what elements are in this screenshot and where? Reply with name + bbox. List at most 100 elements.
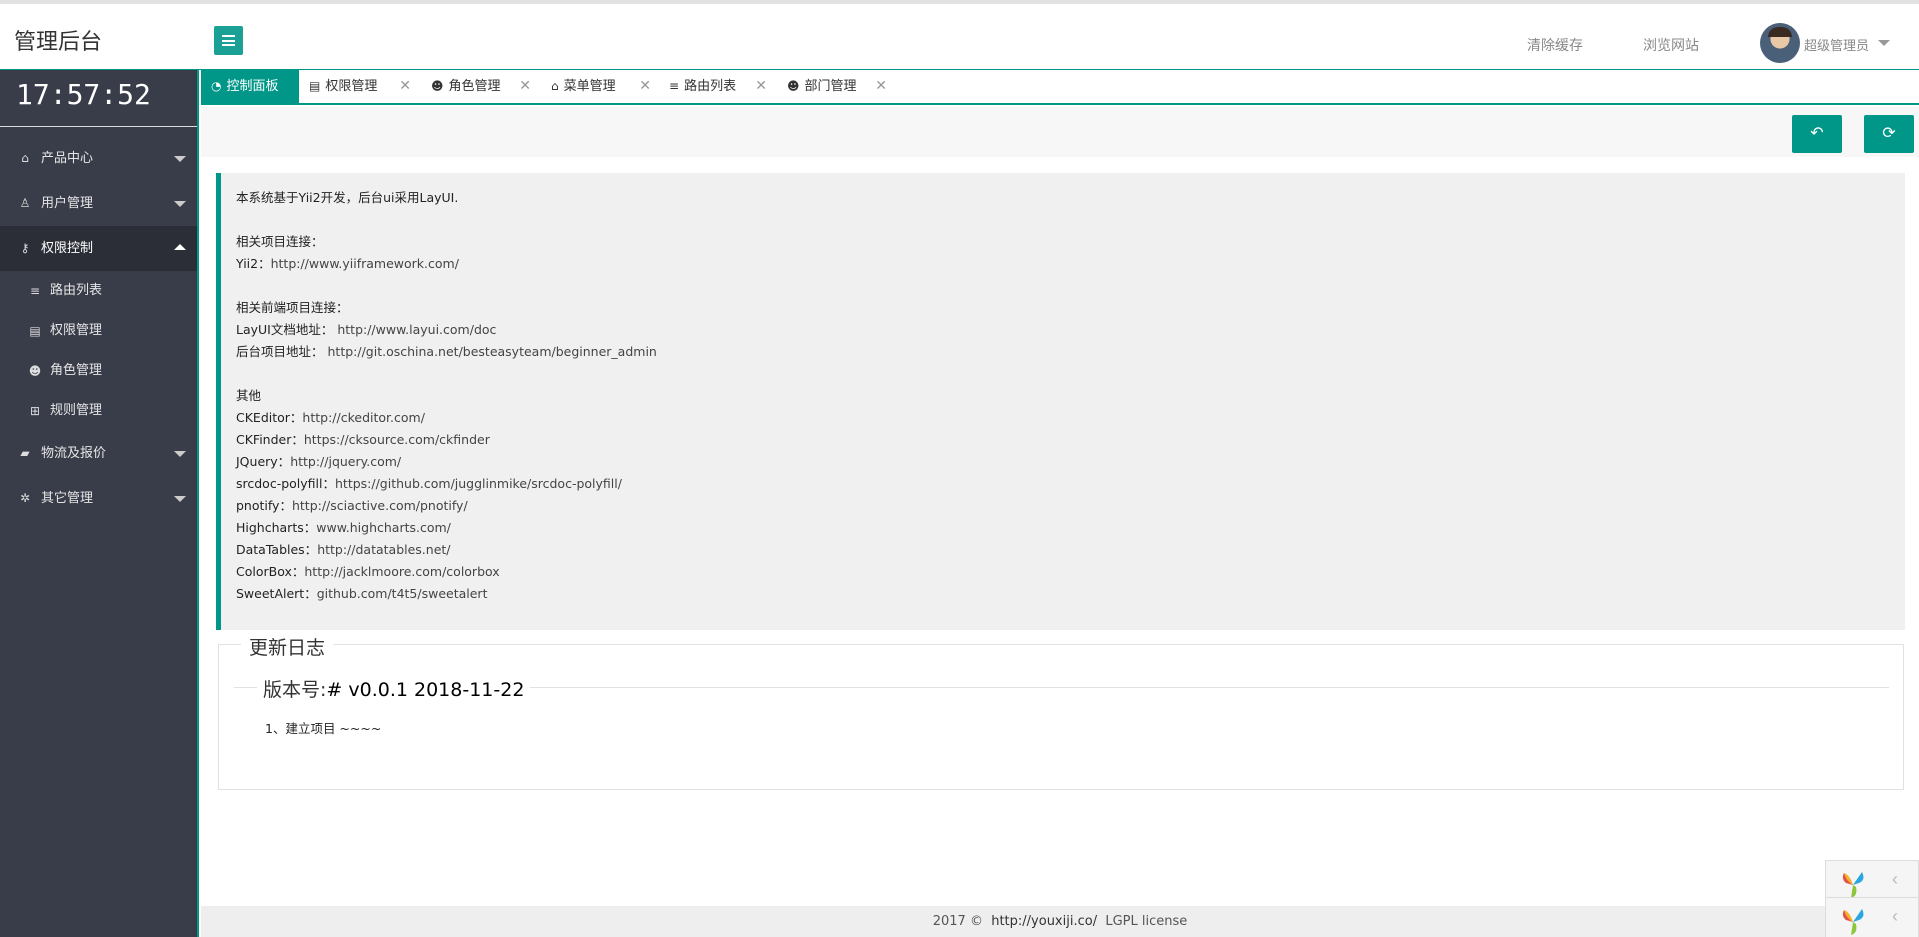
link-label: pnotify： <box>236 498 292 513</box>
refresh-button[interactable]: ⟳ <box>1864 115 1914 153</box>
avatar[interactable] <box>1760 23 1800 63</box>
jquery-link[interactable]: http://jquery.com/ <box>290 454 401 469</box>
chevron-left-icon[interactable]: ‹ <box>1892 906 1898 927</box>
link-row: SweetAlert：github.com/t4t5/sweetalert <box>236 583 1905 605</box>
sidebar-subitem-role-management[interactable]: ☻ 角色管理 <box>0 351 197 391</box>
link-label: JQuery： <box>236 454 291 469</box>
reply-icon: ↶ <box>1810 125 1824 142</box>
tab-permission-management[interactable]: ▤ 权限管理 ✕ <box>299 70 411 103</box>
sidebar-subitem-label: 权限管理 <box>50 323 103 338</box>
users-icon: ☻ <box>28 364 42 378</box>
tab-menu-management[interactable]: ⌂ 菜单管理 ✕ <box>541 70 651 103</box>
colorbox-link[interactable]: http://jacklmoore.com/colorbox <box>304 564 499 579</box>
link-row: CKEditor：http://ckeditor.com/ <box>236 407 1905 429</box>
hamburger-icon <box>222 35 235 46</box>
back-button[interactable]: ↶ <box>1792 115 1842 153</box>
chevron-left-icon[interactable]: ‹ <box>1892 869 1898 890</box>
id-card-icon: ▤ <box>29 324 41 338</box>
sidebar-item-label: 用户管理 <box>41 196 94 211</box>
intro-line: 本系统基于Yii2开发，后台ui采用LayUI. <box>236 190 459 205</box>
tab-label: 路由列表 <box>684 79 737 94</box>
sidebar-subitem-rule-management[interactable]: ⊞ 规则管理 <box>0 391 197 431</box>
chevron-down-icon <box>174 201 186 207</box>
changelog-entry: 1、建立项目 ~~~~ <box>265 721 382 736</box>
browse-site-link[interactable]: 浏览网站 <box>1643 35 1699 55</box>
menu-toggle-button[interactable] <box>214 26 243 55</box>
backend-link[interactable]: http://git.oschina.net/besteasyteam/begi… <box>328 344 657 359</box>
sidebar: 17:57:52 ⌂ 产品中心 ♙ 用户管理 ⚷ 权限控制 ≡ 路由列表 ▤ 权… <box>0 70 199 937</box>
sidebar-item-product-center[interactable]: ⌂ 产品中心 <box>0 136 197 181</box>
chevron-up-icon <box>174 244 186 250</box>
link-row: Highcharts：www.highcharts.com/ <box>236 517 1905 539</box>
user-icon: ♙ <box>19 196 31 210</box>
user-name[interactable]: 超级管理员 <box>1804 35 1869 54</box>
sidebar-subitem-label: 路由列表 <box>50 283 103 298</box>
copyright: 2017 © <box>932 914 983 929</box>
truck-icon: ▰ <box>20 446 30 460</box>
highcharts-link[interactable]: www.highcharts.com/ <box>316 520 451 535</box>
changelog-title: 更新日志 <box>241 633 334 660</box>
debug-toolbar[interactable]: ‹ <box>1825 897 1919 937</box>
tab-label: 角色管理 <box>448 79 501 94</box>
refresh-icon: ⟳ <box>1882 125 1896 142</box>
sidebar-item-other-management[interactable]: ✲ 其它管理 <box>0 476 197 521</box>
link-label: DataTables： <box>236 542 318 557</box>
close-icon[interactable]: ✕ <box>399 70 411 103</box>
sidebar-item-label: 产品中心 <box>41 151 94 166</box>
frontend-title: 相关前端项目连接： <box>236 300 349 315</box>
sidebar-item-label: 物流及报价 <box>41 446 107 461</box>
sidebar-subitem-permission-management[interactable]: ▤ 权限管理 <box>0 311 197 351</box>
version-prefix: 版本号: <box>263 679 327 701</box>
home-icon: ⌂ <box>551 79 559 93</box>
close-icon[interactable]: ✕ <box>639 70 651 103</box>
home-icon: ⌂ <box>21 151 29 165</box>
tab-department-management[interactable]: ☻ 部门管理 ✕ <box>777 70 887 103</box>
app-title: 管理后台 <box>14 30 103 55</box>
layui-link[interactable]: http://www.layui.com/doc <box>337 322 496 337</box>
link-label: Yii2： <box>236 256 271 271</box>
tab-role-management[interactable]: ☻ 角色管理 ✕ <box>421 70 531 103</box>
close-icon[interactable]: ✕ <box>875 70 887 103</box>
srcdoc-polyfill-link[interactable]: https://github.com/jugglinmike/srcdoc-po… <box>335 476 622 491</box>
basket-icon: ⊞ <box>29 404 41 418</box>
top-header: 管理后台 清除缓存 浏览网站 超级管理员 <box>0 0 1919 70</box>
chevron-down-icon <box>174 156 186 162</box>
related-title: 相关项目连接： <box>236 234 324 249</box>
ckeditor-link[interactable]: http://ckeditor.com/ <box>302 410 424 425</box>
yii2-link[interactable]: http://www.yiiframework.com/ <box>271 256 459 271</box>
intro-block: 本系统基于Yii2开发，后台ui采用LayUI. 相关项目连接： Yii2：ht… <box>216 173 1905 630</box>
link-row: 后台项目地址： http://git.oschina.net/besteasyt… <box>236 341 1905 363</box>
ckfinder-link[interactable]: https://cksource.com/ckfinder <box>304 432 490 447</box>
link-row: LayUI文档地址： http://www.layui.com/doc <box>236 319 1905 341</box>
toolbar: ↶ ⟳ <box>201 107 1919 157</box>
version-value: # v0.0.1 2018-11-22 <box>326 679 525 701</box>
sidebar-item-permission-control[interactable]: ⚷ 权限控制 <box>0 226 197 271</box>
sidebar-subitem-route-list[interactable]: ≡ 路由列表 <box>0 271 197 311</box>
tab-dashboard[interactable]: ◔ 控制面板 <box>201 70 299 103</box>
link-label: 后台项目地址： <box>236 344 324 359</box>
link-label: srcdoc-polyfill： <box>236 476 335 491</box>
link-label: LayUI文档地址： <box>236 322 334 337</box>
clear-cache-link[interactable]: 清除缓存 <box>1527 35 1583 55</box>
pnotify-link[interactable]: http://sciactive.com/pnotify/ <box>292 498 468 513</box>
sidebar-item-user-management[interactable]: ♙ 用户管理 <box>0 181 197 226</box>
link-row: pnotify：http://sciactive.com/pnotify/ <box>236 495 1905 517</box>
id-card-icon: ▤ <box>309 79 321 93</box>
caret-down-icon[interactable] <box>1878 40 1890 46</box>
users-icon: ☻ <box>431 79 444 93</box>
list-icon: ≡ <box>29 284 41 298</box>
sweetalert-link[interactable]: github.com/t4t5/sweetalert <box>317 586 488 601</box>
dashboard-icon: ◔ <box>211 79 222 93</box>
sidebar-item-label: 权限控制 <box>41 241 94 256</box>
datatables-link[interactable]: http://datatables.net/ <box>317 542 450 557</box>
main-content: ↶ ⟳ 本系统基于Yii2开发，后台ui采用LayUI. 相关项目连接： Yii… <box>201 107 1919 937</box>
link-row: ColorBox：http://jacklmoore.com/colorbox <box>236 561 1905 583</box>
sidebar-item-logistics[interactable]: ▰ 物流及报价 <box>0 431 197 476</box>
close-icon[interactable]: ✕ <box>519 70 531 103</box>
tab-route-list[interactable]: ≡ 路由列表 ✕ <box>659 70 767 103</box>
close-icon[interactable]: ✕ <box>755 70 767 103</box>
footer: 2017 © http://youxiji.co/ LGPL license <box>201 906 1919 937</box>
footer-link[interactable]: http://youxiji.co/ <box>991 914 1097 929</box>
clock: 17:57:52 <box>0 70 197 127</box>
sidebar-subitem-label: 角色管理 <box>50 363 103 378</box>
